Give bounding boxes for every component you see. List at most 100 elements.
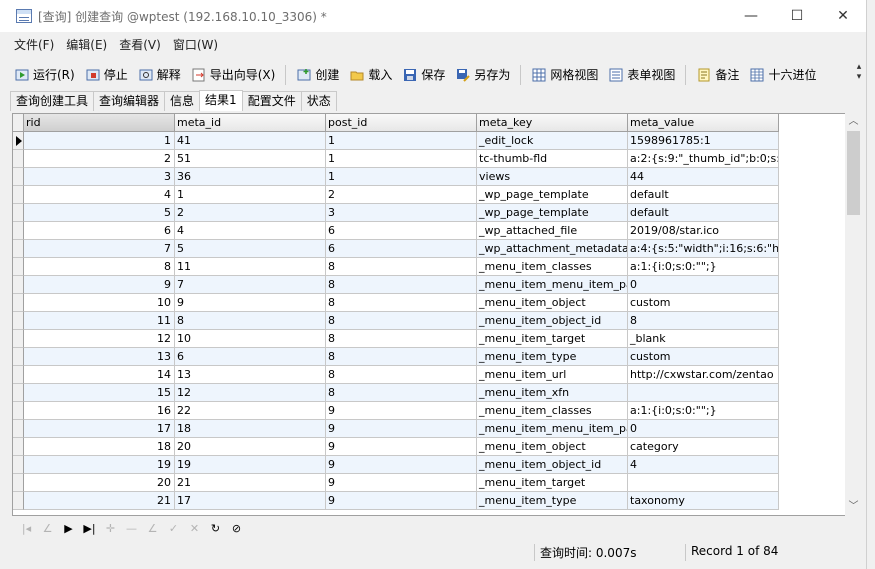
- table-row[interactable]: 2 51 1 tc-thumb-fld a:2:{s:9:"_thumb_id";b:0…: [13, 150, 779, 168]
- cell-meta-value[interactable]: 8: [628, 312, 779, 330]
- cell-post-id[interactable]: 9: [326, 456, 477, 474]
- cell-meta-value[interactable]: 1598961785:1: [628, 132, 779, 150]
- cell-meta-id[interactable]: 11: [175, 258, 326, 276]
- cell-post-id[interactable]: 9: [326, 420, 477, 438]
- row-indicator[interactable]: [13, 330, 24, 348]
- cell-meta-id[interactable]: 18: [175, 420, 326, 438]
- cell-post-id[interactable]: 9: [326, 438, 477, 456]
- first-record-icon[interactable]: |◂: [16, 519, 37, 537]
- cell-meta-id[interactable]: 36: [175, 168, 326, 186]
- apply-changes-icon[interactable]: ✓: [163, 519, 184, 537]
- tab-profile[interactable]: 配置文件: [241, 91, 302, 111]
- delete-record-icon[interactable]: —: [121, 519, 142, 537]
- tab-info[interactable]: 信息: [164, 91, 201, 111]
- cell-meta-value[interactable]: custom: [628, 294, 779, 312]
- row-indicator[interactable]: [13, 366, 24, 384]
- cell-rid[interactable]: 6: [24, 222, 175, 240]
- table-row[interactable]: 12 10 8 _menu_item_target _blank: [13, 330, 779, 348]
- cell-rid[interactable]: 11: [24, 312, 175, 330]
- cell-meta-value[interactable]: _blank: [628, 330, 779, 348]
- vertical-scrollbar[interactable]: ︿ ﹀: [845, 113, 862, 516]
- table-row[interactable]: 5 2 3 _wp_page_template default: [13, 204, 779, 222]
- table-row[interactable]: 15 12 8 _menu_item_xfn: [13, 384, 779, 402]
- load-button[interactable]: 载入: [345, 64, 396, 86]
- column-header-meta-id[interactable]: meta_id: [175, 114, 326, 132]
- cell-rid[interactable]: 21: [24, 492, 175, 510]
- cell-post-id[interactable]: 6: [326, 222, 477, 240]
- cell-meta-id[interactable]: 9: [175, 294, 326, 312]
- row-indicator[interactable]: [13, 492, 24, 510]
- table-row[interactable]: 978_menu_item_menu_item_parer0: [13, 276, 779, 294]
- cell-rid[interactable]: 13: [24, 348, 175, 366]
- last-record-icon[interactable]: ▶|: [79, 519, 100, 537]
- cell-meta-id[interactable]: 10: [175, 330, 326, 348]
- table-row[interactable]: 18 20 9 _menu_item_object category: [13, 438, 779, 456]
- table-row[interactable]: 21 17 9 _menu_item_type taxonomy: [13, 492, 779, 510]
- cell-meta-id[interactable]: 8: [175, 312, 326, 330]
- explain-button[interactable]: 解释: [134, 64, 185, 86]
- cell-meta-value[interactable]: [628, 384, 779, 402]
- previous-record-icon[interactable]: ∠: [37, 519, 58, 537]
- row-indicator[interactable]: [13, 168, 24, 186]
- table-row[interactable]: 20 21 9 _menu_item_target: [13, 474, 779, 492]
- cell-meta-id[interactable]: 7: [175, 276, 326, 294]
- menu-file[interactable]: 文件(F): [8, 36, 60, 53]
- cell-post-id[interactable]: 3: [326, 204, 477, 222]
- cell-meta-key[interactable]: _menu_item_object: [477, 294, 628, 312]
- row-indicator[interactable]: [13, 312, 24, 330]
- row-indicator[interactable]: [13, 438, 24, 456]
- cell-rid[interactable]: 19: [24, 456, 175, 474]
- tab-result-1[interactable]: 结果1: [199, 90, 243, 111]
- cell-meta-id[interactable]: 20: [175, 438, 326, 456]
- cell-post-id[interactable]: 1: [326, 150, 477, 168]
- cell-rid[interactable]: 9: [24, 276, 175, 294]
- row-indicator[interactable]: [13, 348, 24, 366]
- menu-window[interactable]: 窗口(W): [167, 36, 224, 53]
- form-view-button[interactable]: 表单视图: [604, 64, 679, 86]
- minimize-button[interactable]: —: [728, 0, 774, 32]
- cell-post-id[interactable]: 6: [326, 240, 477, 258]
- cell-meta-id[interactable]: 2: [175, 204, 326, 222]
- cell-meta-value[interactable]: custom: [628, 348, 779, 366]
- cell-meta-id[interactable]: 5: [175, 240, 326, 258]
- cell-meta-id[interactable]: 17: [175, 492, 326, 510]
- row-indicator[interactable]: [13, 294, 24, 312]
- save-button[interactable]: 保存: [398, 64, 449, 86]
- cell-meta-key[interactable]: _wp_page_template: [477, 204, 628, 222]
- row-indicator[interactable]: [13, 132, 24, 150]
- cell-rid[interactable]: 1: [24, 132, 175, 150]
- cell-meta-key[interactable]: _menu_item_target: [477, 330, 628, 348]
- cell-post-id[interactable]: 8: [326, 348, 477, 366]
- row-indicator[interactable]: [13, 420, 24, 438]
- cell-rid[interactable]: 4: [24, 186, 175, 204]
- cell-rid[interactable]: 18: [24, 438, 175, 456]
- row-indicator[interactable]: [13, 258, 24, 276]
- table-row[interactable]: 14 13 8 _menu_item_url http://cxwstar.com/ze…: [13, 366, 779, 384]
- menu-edit[interactable]: 编辑(E): [60, 36, 113, 53]
- table-row[interactable]: 11 8 8 _menu_item_object_id 8: [13, 312, 779, 330]
- cell-meta-value[interactable]: 2019/08/star.ico: [628, 222, 779, 240]
- cell-meta-key[interactable]: _edit_lock: [477, 132, 628, 150]
- tab-query-builder[interactable]: 查询创建工具: [10, 91, 95, 111]
- menu-view[interactable]: 查看(V): [113, 36, 167, 53]
- next-record-icon[interactable]: ▶: [58, 519, 79, 537]
- table-row[interactable]: 6 4 6 _wp_attached_file 2019/08/star.ico: [13, 222, 779, 240]
- cell-post-id[interactable]: 9: [326, 402, 477, 420]
- cell-meta-key[interactable]: _menu_item_classes: [477, 258, 628, 276]
- row-indicator[interactable]: [13, 204, 24, 222]
- cell-meta-id[interactable]: 13: [175, 366, 326, 384]
- cell-post-id[interactable]: 9: [326, 474, 477, 492]
- cell-post-id[interactable]: 2: [326, 186, 477, 204]
- hex-button[interactable]: 十六进位: [745, 64, 820, 86]
- cell-meta-key[interactable]: views: [477, 168, 628, 186]
- cell-meta-id[interactable]: 22: [175, 402, 326, 420]
- cell-post-id[interactable]: 1: [326, 132, 477, 150]
- cell-meta-value[interactable]: a:2:{s:9:"_thumb_id";b:0;s:11: [628, 150, 779, 168]
- cell-meta-key[interactable]: _menu_item_classes: [477, 402, 628, 420]
- cell-meta-value[interactable]: category: [628, 438, 779, 456]
- cell-meta-key[interactable]: _wp_attached_file: [477, 222, 628, 240]
- row-indicator[interactable]: [13, 276, 24, 294]
- cell-meta-value[interactable]: 44: [628, 168, 779, 186]
- cell-meta-value[interactable]: 0: [628, 276, 779, 294]
- cell-meta-key[interactable]: _menu_item_menu_item_parer: [477, 276, 628, 294]
